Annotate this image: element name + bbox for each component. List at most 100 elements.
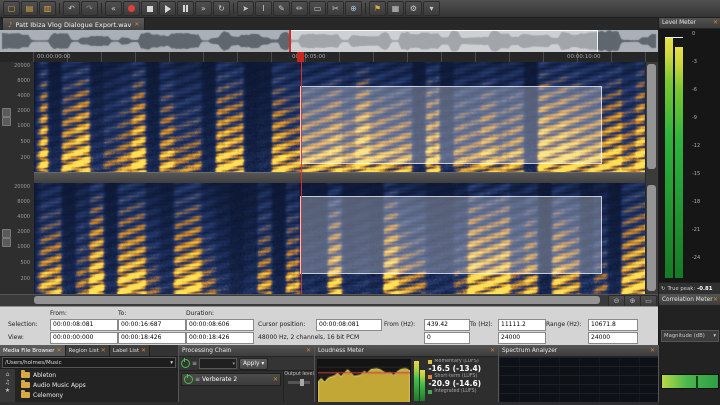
tree-item-audio-music-apps[interactable]: Audio Music Apps (16, 380, 178, 390)
momentary-readout: Momentary (LUFS) -16.5 (-13.4) (428, 359, 496, 373)
short-term-readout: Short-term (LUFS) -20.9 (-14.6) (428, 374, 496, 388)
close-panel-icon[interactable]: ✕ (713, 20, 718, 26)
preset-combo[interactable]: ▾ (199, 358, 237, 369)
selection-tool-button[interactable]: ➤ (237, 1, 254, 16)
spectrum-analyzer-titlebar: Spectrum Analyzer ✕ (499, 345, 658, 357)
save-file-button[interactable]: ▥ (39, 1, 56, 16)
apply-button[interactable]: Apply ▾ (239, 358, 268, 370)
true-peak-label: True peak: (667, 286, 695, 292)
horizontal-scrollbar-thumb[interactable] (34, 296, 600, 304)
close-panel-icon[interactable]: ✕ (713, 297, 718, 303)
freq-range-label: Range (Hz): (546, 321, 581, 328)
tab-media-file-browser[interactable]: Media File Browser ✕ (0, 345, 66, 356)
waveform-overview[interactable] (0, 30, 658, 53)
close-tab-icon[interactable]: ✕ (57, 348, 62, 354)
document-tab[interactable]: ♪ Patt Ibiza Vlog Dialogue Export.wav ✕ (2, 17, 145, 31)
magnitude-mode-dropdown[interactable]: Magnitude (dB) ▾ (661, 330, 719, 342)
main-toolbar: ▢ ▤ ▥ ↶ ↷ « » ↻ ➤ I ✎ ✏ ▭ ✂ ⊕ ⚑ ▦ ⚙ ▾ (0, 0, 720, 18)
playhead-marker[interactable] (297, 52, 304, 62)
plugin-power-icon[interactable] (184, 375, 193, 384)
tab-region-list[interactable]: Region List ✕ (66, 345, 110, 356)
freq-from-view-field[interactable]: 0 (424, 332, 470, 344)
play-button[interactable] (159, 1, 176, 16)
record-button[interactable] (123, 1, 140, 16)
save-file-icon: ▥ (44, 5, 52, 13)
pencil-tool-button[interactable]: ✎ (273, 1, 290, 16)
grid-toggle-button[interactable]: ▦ (387, 1, 404, 16)
home-shortcut-icon[interactable]: ⌂ (6, 371, 10, 378)
view-options-dropdown[interactable]: ▾ (423, 1, 440, 16)
view-from-field[interactable]: 00:00:00:000 (50, 332, 118, 344)
plugin-slot-verberate[interactable]: ≡ Verberate 2 ✕ (181, 373, 281, 386)
close-panel-icon[interactable]: ✕ (650, 348, 655, 354)
plugin-menu-icon[interactable]: ≡ (195, 376, 200, 383)
tree-item-celemony[interactable]: Celemony (16, 390, 178, 400)
time-selection-tool-button[interactable]: I (255, 1, 272, 16)
chain-power-icon[interactable] (181, 359, 190, 368)
close-tab-icon[interactable]: ✕ (134, 22, 139, 28)
selection-from-field[interactable]: 00:00:08:081 (50, 319, 118, 331)
redo-button[interactable]: ↷ (81, 1, 98, 16)
reset-peak-icon[interactable]: ↻ (661, 286, 665, 292)
new-file-button[interactable]: ▢ (3, 1, 20, 16)
loudness-meter-titlebar: Loudness Meter ✕ (315, 345, 498, 357)
selection-to-field[interactable]: 00:00:16:687 (118, 319, 186, 331)
processing-toolbar: ≡ ▾ Apply ▾ (179, 357, 314, 371)
stop-button[interactable] (141, 1, 158, 16)
tab-label-list[interactable]: Label List ✕ (110, 345, 150, 356)
vertical-scrollbar-thumb[interactable] (647, 64, 656, 169)
level-meter-scale: 0 -3 -6 -9 -12 -15 -18 -21 -24 (689, 29, 719, 282)
channel-1-option-button[interactable] (2, 108, 11, 117)
brush-tool-button[interactable]: ✏ (291, 1, 308, 16)
preset-menu-icon[interactable]: ≡ (192, 360, 197, 367)
channel-1-option-button[interactable] (2, 117, 11, 126)
eraser-tool-button[interactable]: ▭ (309, 1, 326, 16)
channel-2-option-button[interactable] (2, 229, 11, 238)
pause-button[interactable] (177, 1, 194, 16)
freq-to-field[interactable]: 11111.2 (498, 319, 546, 331)
view-duration-field[interactable]: 00:00:18:426 (186, 332, 254, 344)
output-level-slider[interactable] (288, 381, 310, 384)
channel-2-option-button[interactable] (2, 238, 11, 247)
close-panel-icon[interactable]: ✕ (490, 348, 495, 354)
vertical-scrollbar-thumb[interactable] (647, 185, 656, 291)
undo-icon: ↶ (68, 5, 75, 13)
favorites-shortcut-icon[interactable]: ★ (5, 387, 10, 394)
close-tab-icon[interactable]: ✕ (141, 348, 146, 354)
undo-button[interactable]: ↶ (63, 1, 80, 16)
freq-range-view-field[interactable]: 24000 (588, 332, 638, 344)
correlation-bar (661, 374, 719, 389)
overview-selection[interactable] (289, 30, 598, 54)
close-panel-icon[interactable]: ✕ (306, 348, 311, 354)
overview-playhead (289, 30, 291, 52)
loop-button[interactable]: ↻ (213, 1, 230, 16)
plugin-chain-list: ≡ Verberate 2 ✕ (179, 371, 283, 402)
open-file-button[interactable]: ▤ (21, 1, 38, 16)
freq-from-field[interactable]: 439.42 (424, 319, 470, 331)
spectrum-analyzer-title: Spectrum Analyzer (502, 348, 557, 354)
frequency-ruler: 20000 8000 4000 2000 1000 500 200 20000 … (0, 62, 35, 294)
freq-to-view-field[interactable]: 24000 (498, 332, 546, 344)
zoom-tool-button[interactable]: ⊕ (345, 1, 362, 16)
music-shortcut-icon[interactable]: ♫ (5, 379, 10, 386)
path-dropdown[interactable]: /Users/holmes/Music ▾ (2, 357, 176, 368)
spectral-selection-channel-2[interactable] (300, 196, 602, 274)
close-tab-icon[interactable]: ✕ (101, 348, 106, 354)
scissors-tool-button[interactable]: ✂ (327, 1, 344, 16)
marker-button[interactable]: ⚑ (369, 1, 386, 16)
selection-duration-field[interactable]: 00:00:08:606 (186, 319, 254, 331)
ruler-label: 00:00:00:00 (37, 54, 71, 60)
correlation-marker (696, 376, 698, 389)
go-to-end-button[interactable]: » (195, 1, 212, 16)
settings-button[interactable]: ⚙ (405, 1, 422, 16)
freq-label: 20000 (14, 63, 30, 69)
cursor-position-field[interactable]: 00:00:08:081 (316, 319, 382, 331)
remove-plugin-icon[interactable]: ✕ (273, 377, 278, 383)
freq-range-field[interactable]: 10671.8 (588, 319, 638, 331)
spectral-selection-channel-1[interactable] (300, 86, 602, 164)
slider-thumb[interactable] (300, 379, 304, 386)
view-to-field[interactable]: 00:00:18:426 (118, 332, 186, 344)
true-peak-value: -0.81 (697, 286, 712, 292)
go-to-start-button[interactable]: « (105, 1, 122, 16)
tree-item-ableton[interactable]: Ableton (16, 370, 178, 380)
